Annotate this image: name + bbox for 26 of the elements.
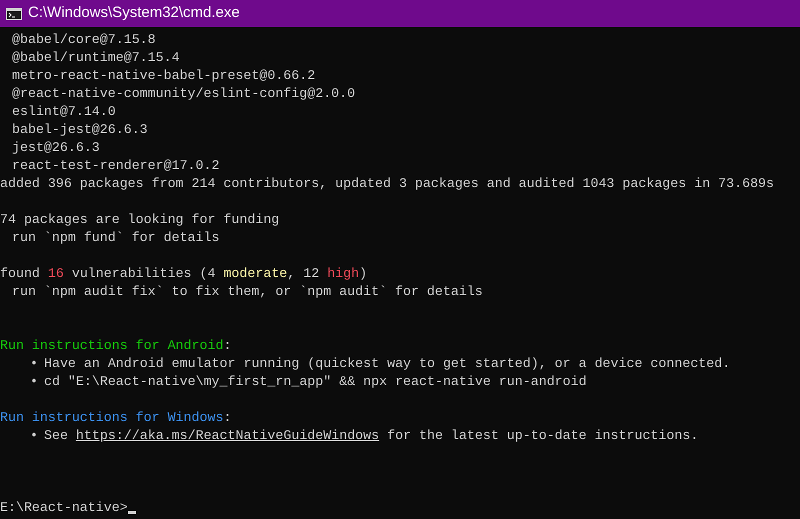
bullet-mark: • <box>30 427 38 445</box>
terminal-line: run `npm fund` for details <box>12 230 220 245</box>
terminal-line: react-test-renderer@17.0.2 <box>12 158 220 173</box>
window-title: C:\Windows\System32\cmd.exe <box>28 3 240 24</box>
terminal-line: babel-jest@26.6.3 <box>12 122 148 137</box>
link[interactable]: https://aka.ms/ReactNativeGuideWindows <box>76 428 380 443</box>
terminal-line: cd "E:\React-native\my_first_rn_app" && npx react-native run-android <box>44 373 587 391</box>
terminal-line: run `npm audit fix` to fix them, or `npm audit` for details <box>12 284 483 299</box>
terminal-line: eslint@7.14.0 <box>12 104 116 119</box>
terminal-line: jest@26.6.3 <box>12 140 100 155</box>
terminal-line: @babel/core@7.15.8 <box>12 32 156 47</box>
terminal-line: Run instructions for Windows: <box>0 410 232 425</box>
text-cursor <box>128 511 136 514</box>
terminal-line: 74 packages are looking for funding <box>0 212 280 227</box>
terminal-line: Have an Android emulator running (quickest way to get started), or a device connected. <box>44 355 730 373</box>
terminal-line: See https://aka.ms/ReactNativeGuideWindows for the latest up-to-date instructions. <box>44 427 698 445</box>
terminal-icon <box>6 8 22 20</box>
terminal-line: @babel/runtime@7.15.4 <box>12 50 180 65</box>
bullet-mark: • <box>30 373 38 391</box>
terminal-line: metro-react-native-babel-preset@0.66.2 <box>12 68 316 83</box>
bullet-mark: • <box>30 355 38 373</box>
terminal-line: found 16 vulnerabilities (4 moderate, 12 high) <box>0 266 368 281</box>
terminal-line: Run instructions for Android: <box>0 338 232 353</box>
command-prompt: E:\React-native> <box>0 499 128 517</box>
terminal-line: @react-native-community/eslint-config@2.0.0 <box>12 86 356 101</box>
terminal-line: added 396 packages from 214 contributors, updated 3 packages and audited 1043 packages in 73.689s <box>0 176 774 191</box>
